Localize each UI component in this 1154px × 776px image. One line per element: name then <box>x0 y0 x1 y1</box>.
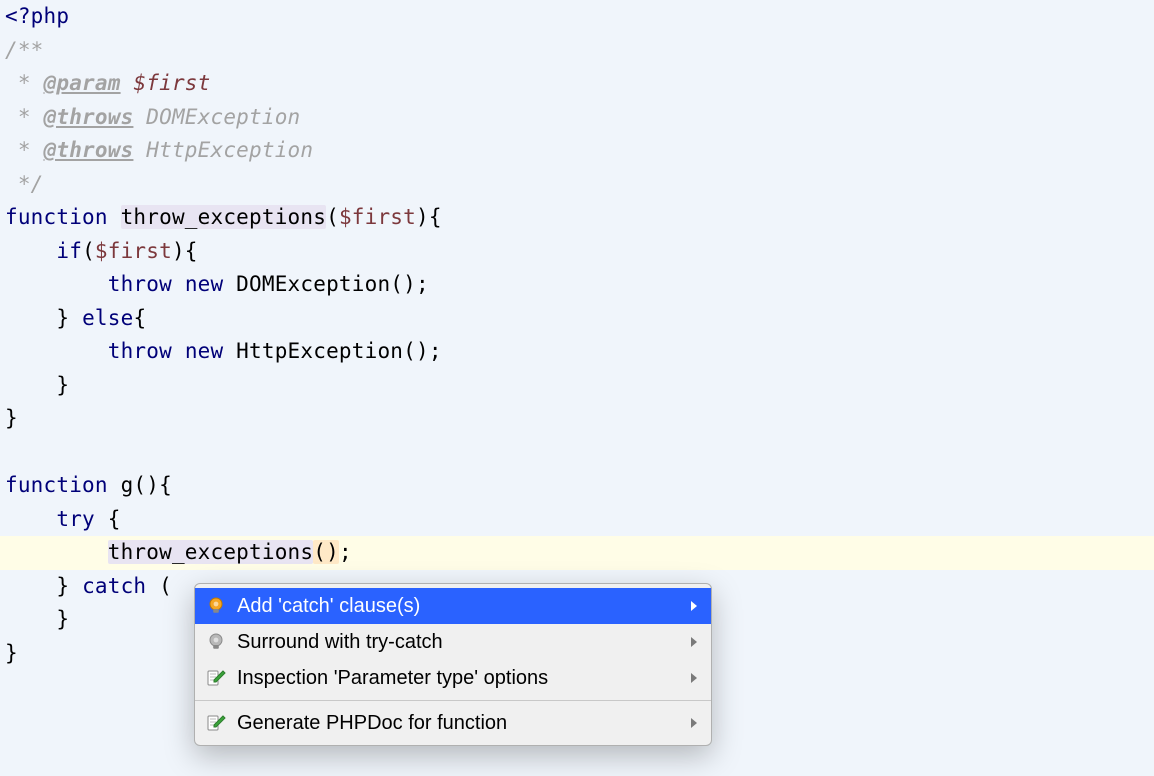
code-line[interactable]: * @param $first <box>0 67 1154 101</box>
call-args: () <box>313 540 339 564</box>
intention-actions-popup[interactable]: Add 'catch' clause(s) Surround with try-… <box>194 583 712 746</box>
code-line[interactable]: throw new DOMException(); <box>0 268 1154 302</box>
code-line[interactable]: throw new HttpException(); <box>0 335 1154 369</box>
menu-separator <box>195 700 711 701</box>
pencil-icon <box>205 667 227 689</box>
docblock-open: /** <box>5 38 44 62</box>
code-line[interactable]: } <box>0 402 1154 436</box>
variable: $first <box>95 239 172 263</box>
code-line[interactable]: /** <box>0 34 1154 68</box>
bulb-yellow-icon <box>205 595 227 617</box>
submenu-arrow-icon <box>689 636 699 648</box>
code-line[interactable]: <?php <box>0 0 1154 34</box>
code-line[interactable]: try { <box>0 503 1154 537</box>
code-editor[interactable]: <?php /** * @param $first * @throws DOME… <box>0 0 1154 776</box>
menu-item-label: Generate PHPDoc for function <box>237 712 681 735</box>
menu-item-label: Add 'catch' clause(s) <box>237 595 681 618</box>
code-line[interactable]: */ <box>0 168 1154 202</box>
code-line[interactable]: function throw_exceptions($first){ <box>0 201 1154 235</box>
bulb-grey-icon <box>205 631 227 653</box>
code-line[interactable] <box>0 436 1154 470</box>
code-line[interactable]: * @throws DOMException <box>0 101 1154 135</box>
code-line[interactable]: } <box>0 369 1154 403</box>
submenu-arrow-icon <box>689 717 699 729</box>
variable: $first <box>339 205 416 229</box>
intention-action-item[interactable]: Inspection 'Parameter type' options <box>195 660 711 696</box>
code-line[interactable]: if($first){ <box>0 235 1154 269</box>
docblock-close: */ <box>5 172 44 196</box>
pencil-icon <box>205 712 227 734</box>
doctag-throws: @throws <box>44 105 134 129</box>
function-name: throw_exceptions <box>121 205 327 229</box>
code-line[interactable]: } else{ <box>0 302 1154 336</box>
code-line[interactable]: * @throws HttpException <box>0 134 1154 168</box>
submenu-arrow-icon <box>689 672 699 684</box>
menu-item-label: Inspection 'Parameter type' options <box>237 667 681 690</box>
submenu-arrow-icon <box>689 600 699 612</box>
doctag-throws: @throws <box>44 138 134 162</box>
menu-item-label: Surround with try-catch <box>237 631 681 654</box>
function-call: throw_exceptions <box>108 540 314 564</box>
doc-var: $first <box>133 71 210 95</box>
intention-action-item[interactable]: Surround with try-catch <box>195 624 711 660</box>
php-open-tag: <?php <box>5 4 69 28</box>
code-line-caret[interactable]: throw_exceptions(); <box>0 536 1154 570</box>
intention-action-item[interactable]: Add 'catch' clause(s) <box>195 588 711 624</box>
code-line[interactable]: function g(){ <box>0 469 1154 503</box>
doctag-param: @param <box>44 71 121 95</box>
intention-action-item[interactable]: Generate PHPDoc for function <box>195 705 711 741</box>
